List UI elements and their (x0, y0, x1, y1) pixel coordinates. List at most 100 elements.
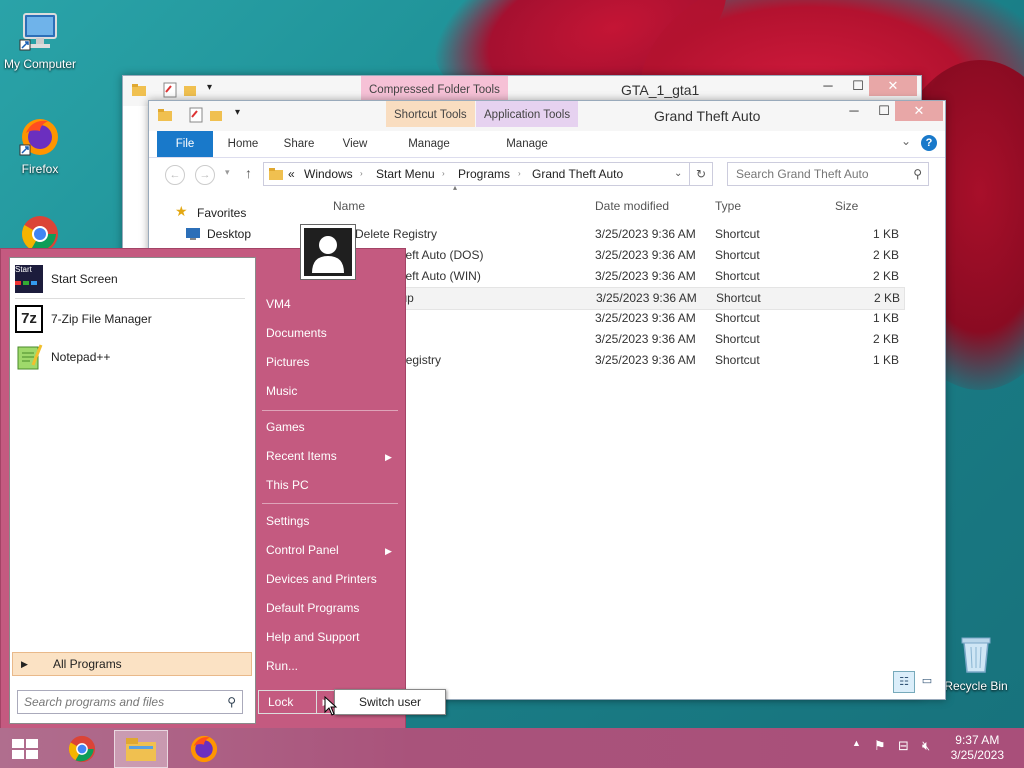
desktop-icon-firefox[interactable]: Firefox (0, 115, 80, 176)
nav-desktop[interactable]: Desktop (207, 227, 251, 241)
start-menu-item-vm4[interactable]: VM4 (266, 297, 291, 311)
forward-arrow-icon[interactable]: → (195, 165, 215, 185)
network-icon[interactable]: ⊟ (898, 738, 909, 754)
column-header-name[interactable]: Name (333, 199, 365, 213)
start-menu-item-documents[interactable]: Documents (266, 326, 327, 340)
address-bar[interactable]: « Windows › Start Menu › Programs › Gran… (263, 162, 691, 186)
start-menu-item-games[interactable]: Games (266, 420, 305, 434)
breadcrumb-start-menu[interactable]: Start Menu (376, 163, 435, 185)
tab-view[interactable]: View (331, 131, 379, 157)
breadcrumb-programs[interactable]: Programs (458, 163, 510, 185)
start-menu-item-recent-items[interactable]: Recent Items (266, 449, 337, 463)
context-tag-application-tools: Application Tools (476, 101, 579, 127)
search-box[interactable]: Search Grand Theft Auto ⚲ (727, 162, 929, 186)
program-start-screen[interactable]: Start Start Screen (15, 262, 250, 296)
tab-share[interactable]: Share (275, 131, 323, 157)
start-menu-item-this-pc[interactable]: This PC (266, 478, 309, 492)
file-row[interactable]: GTA Setup3/25/2023 9:36 AMShortcut2 KB (329, 287, 905, 310)
back-arrow-icon[interactable]: ← (165, 165, 185, 185)
start-menu-item-devices-and-printers[interactable]: Devices and Printers (266, 572, 377, 586)
file-date-modified: 3/25/2023 9:36 AM (595, 353, 696, 367)
file-explorer-icon (125, 736, 157, 765)
switch-user-menu-item[interactable]: Switch user (334, 689, 446, 715)
start-menu-item-control-panel[interactable]: Control Panel (266, 543, 339, 557)
file-row[interactable]: Grand Theft Auto (WIN) 3/25/2023 9:36 AM S… (329, 266, 903, 287)
refresh-button[interactable]: ↻ (689, 162, 713, 186)
all-programs-button[interactable]: ▶ All Programs (12, 652, 252, 676)
lock-button[interactable]: Lock (258, 690, 318, 714)
recent-locations-icon[interactable]: ▾ (225, 167, 230, 178)
file-date-modified: 3/25/2023 9:36 AM (595, 248, 696, 262)
quick-access-dropdown-icon[interactable]: ▾ (207, 82, 212, 93)
start-search-input[interactable]: Search programs and files ⚲ (17, 690, 243, 714)
start-menu-item-default-programs[interactable]: Default Programs (266, 601, 359, 615)
chevron-down-icon[interactable]: ⌄ (674, 163, 682, 185)
start-menu-item-help-and-support[interactable]: Help and Support (266, 630, 359, 644)
minimize-button[interactable]: ─ (813, 76, 843, 96)
file-row[interactable]: Grand Theft Auto (DOS) 3/25/2023 9:36 AM S… (329, 245, 903, 266)
start-menu-item-run[interactable]: Run... (266, 659, 298, 673)
start-button[interactable] (0, 730, 52, 766)
breadcrumb-windows[interactable]: Windows (304, 163, 353, 185)
file-size: 2 KB (873, 291, 900, 305)
window-title: Grand Theft Auto (654, 108, 761, 124)
file-row[interactable]: Update Registry3/25/2023 9:36 AMShortcut… (329, 350, 903, 371)
clock[interactable]: 9:37 AM 3/25/2023 (951, 733, 1004, 763)
breadcrumb-separator-icon[interactable]: › (442, 163, 445, 185)
start-menu-programs-pane: Start Start Screen 7z 7-Zip File Manager… (9, 257, 256, 724)
up-arrow-icon[interactable]: ↑ (245, 165, 252, 181)
mouse-cursor-icon (324, 695, 338, 719)
refresh-icon: ↻ (695, 167, 707, 181)
properties-icon[interactable] (163, 82, 177, 101)
start-menu-item-music[interactable]: Music (266, 384, 297, 398)
program-notepad-plus-plus[interactable]: Notepad++ (15, 340, 250, 374)
tab-file[interactable]: File (157, 131, 213, 157)
separator (15, 298, 245, 299)
nav-favorites[interactable]: Favorites (197, 206, 246, 220)
user-avatar[interactable] (300, 224, 356, 280)
column-header-size[interactable]: Size (835, 199, 858, 213)
breadcrumb-separator-icon[interactable]: › (518, 163, 521, 185)
file-row[interactable]: Read Me3/25/2023 9:36 AMShortcut1 KB (329, 308, 903, 329)
program-7zip-file-manager[interactable]: 7z 7-Zip File Manager (15, 302, 250, 336)
volume-muted-icon[interactable]: 🔇︎ (922, 738, 930, 754)
file-row[interactable]: Delete Registry 3/25/2023 9:36 AM Shortcut… (329, 224, 903, 245)
ribbon-expand-icon[interactable]: ⌄ (901, 134, 911, 148)
file-type: Shortcut (715, 269, 760, 283)
window-titlebar[interactable]: ▾ Shortcut Tools Application Tools Grand… (149, 101, 945, 131)
tab-manage-shortcut[interactable]: Manage (389, 131, 469, 157)
details-view-icon[interactable]: ☷ (893, 671, 915, 693)
start-menu-item-settings[interactable]: Settings (266, 514, 309, 528)
file-row[interactable]: Uninstall3/25/2023 9:36 AMShortcut2 KB (329, 329, 903, 350)
tab-home[interactable]: Home (219, 131, 267, 157)
new-folder-icon[interactable] (209, 107, 223, 126)
close-button[interactable]: ✕ (869, 76, 917, 96)
column-header-type[interactable]: Type (715, 199, 741, 213)
clock-time: 9:37 AM (955, 733, 1000, 747)
file-size: 1 KB (872, 311, 899, 325)
minimize-button[interactable]: ─ (839, 101, 869, 121)
taskbar-file-explorer[interactable] (114, 730, 168, 768)
breadcrumb-overflow[interactable]: « (288, 163, 295, 185)
breadcrumb-separator-icon[interactable]: › (360, 163, 363, 185)
properties-icon[interactable] (189, 107, 203, 126)
close-button[interactable]: ✕ (895, 101, 943, 121)
start-menu-item-pictures[interactable]: Pictures (266, 355, 309, 369)
program-label: Start Screen (51, 272, 118, 286)
show-hidden-icons-icon[interactable]: ▲ (852, 738, 861, 748)
desktop-icon-recycle-bin[interactable]: Recycle Bin (936, 632, 1016, 693)
separator (262, 503, 398, 504)
new-folder-icon[interactable] (183, 82, 197, 101)
desktop-icon-my-computer[interactable]: My Computer (0, 10, 80, 71)
breadcrumb-grand-theft-auto[interactable]: Grand Theft Auto (532, 163, 623, 185)
taskbar-chrome[interactable] (56, 730, 108, 766)
tab-manage-application[interactable]: Manage (479, 131, 575, 157)
help-icon[interactable]: ? (921, 135, 937, 151)
action-center-flag-icon[interactable]: ⚑ (874, 738, 886, 754)
large-icons-view-icon[interactable]: ▭ (917, 671, 937, 691)
column-header-date-modified[interactable]: Date modified (595, 199, 669, 213)
file-type: Shortcut (715, 311, 760, 325)
file-size: 2 KB (872, 332, 899, 346)
taskbar-firefox[interactable] (178, 730, 230, 766)
quick-access-dropdown-icon[interactable]: ▾ (235, 107, 240, 118)
